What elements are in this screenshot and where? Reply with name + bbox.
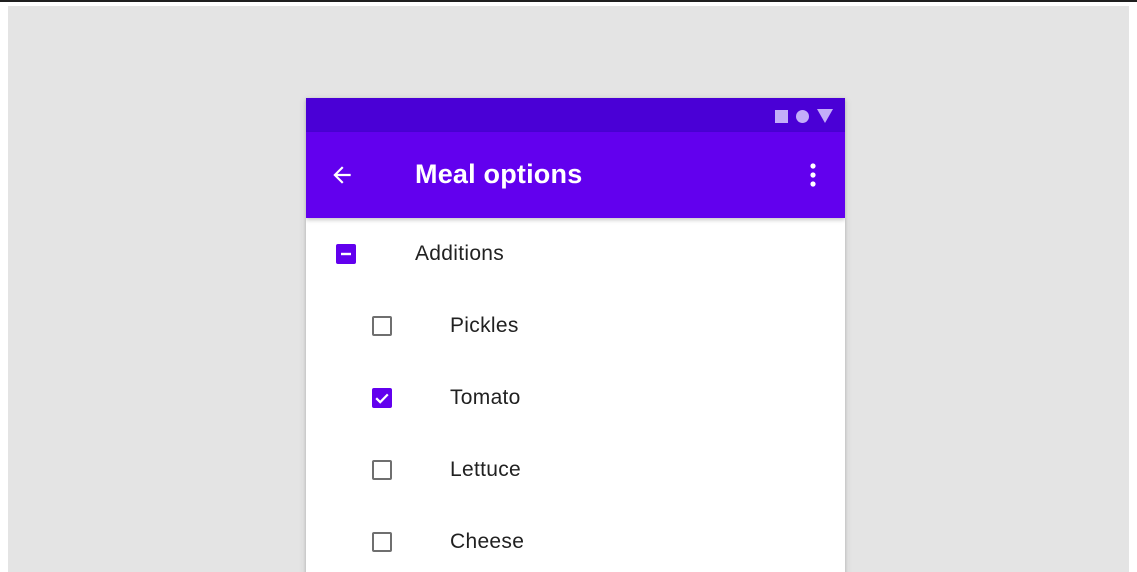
circle-icon — [796, 109, 809, 123]
list-item-child[interactable]: Cheese — [306, 506, 845, 572]
list-item-label: Tomato — [450, 386, 521, 409]
parent-checkbox-indeterminate[interactable] — [336, 244, 356, 264]
checkbox-checked[interactable] — [372, 388, 392, 408]
page-title: Meal options — [415, 159, 583, 189]
minus-icon — [341, 252, 351, 256]
more-options-button[interactable] — [801, 159, 825, 191]
square-icon — [775, 109, 788, 123]
status-icons — [775, 109, 833, 123]
checkbox-unchecked[interactable] — [372, 532, 392, 552]
back-button[interactable] — [324, 157, 360, 193]
list-item-label: Cheese — [450, 530, 525, 553]
canvas-background: Meal options Additions Pickles Tomato Le… — [8, 6, 1129, 572]
list-item-child[interactable]: Pickles — [306, 290, 845, 362]
status-bar — [306, 98, 845, 132]
list-item-label: Lettuce — [450, 458, 521, 481]
list-item-child[interactable]: Tomato — [306, 362, 845, 434]
window-top-border — [0, 0, 1137, 2]
checkbox-unchecked[interactable] — [372, 316, 392, 336]
triangle-icon — [817, 109, 833, 123]
list-item-parent[interactable]: Additions — [306, 218, 845, 290]
checkbox-unchecked[interactable] — [372, 460, 392, 480]
list-item-label: Additions — [415, 242, 505, 265]
check-icon — [375, 393, 389, 404]
top-app-bar: Meal options — [306, 132, 845, 218]
list-item-label: Pickles — [450, 314, 519, 337]
phone-screen: Meal options Additions Pickles Tomato Le… — [306, 98, 845, 572]
list-item-child[interactable]: Lettuce — [306, 434, 845, 506]
arrow-back-icon — [333, 166, 351, 184]
more-vert-icon — [810, 163, 816, 187]
